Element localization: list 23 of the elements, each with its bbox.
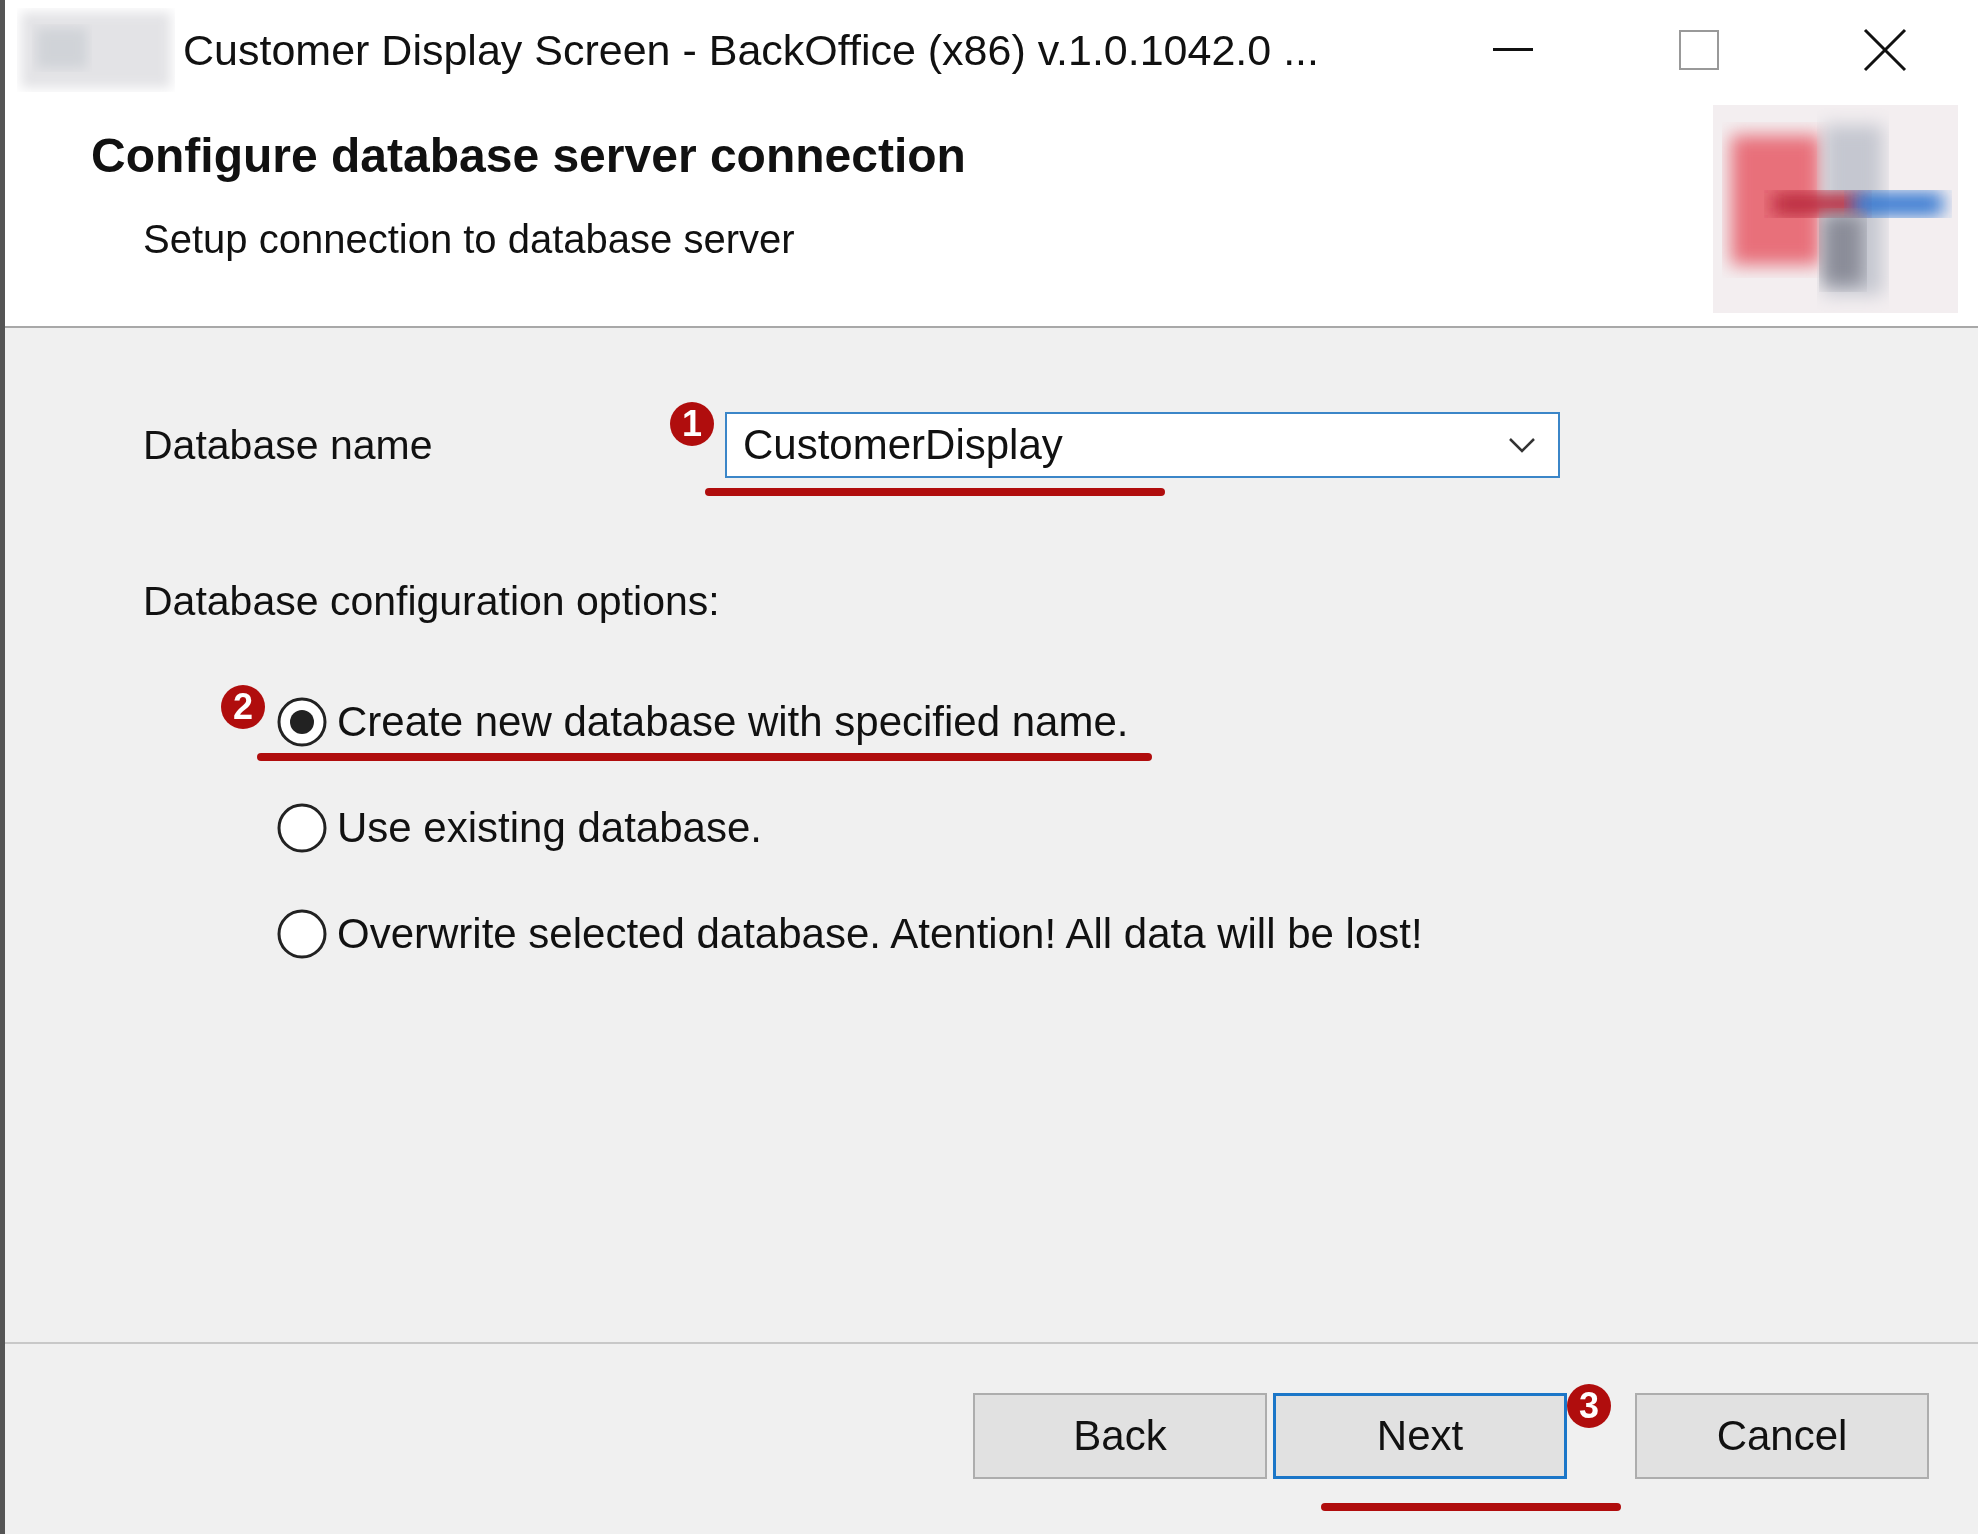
radio-button[interactable] <box>277 697 327 747</box>
section-label: Database configuration options: <box>143 578 721 625</box>
radio-label: Use existing database. <box>337 804 762 852</box>
wizard-button[interactable]: Back <box>973 1393 1267 1479</box>
database-name-dropdown[interactable]: CustomerDisplay <box>725 412 1560 478</box>
window-title: Customer Display Screen - BackOffice (x86) v.1.0.1042.0 ... <box>183 25 1320 75</box>
radio-button[interactable] <box>277 909 327 959</box>
chevron-down-icon <box>1508 437 1536 453</box>
callout-badge: 3 <box>1567 1384 1611 1428</box>
page-heading: Configure database server connection <box>91 128 967 183</box>
close-icon <box>1863 28 1907 72</box>
minimize-icon <box>1493 48 1533 52</box>
wizard-button[interactable]: Next <box>1273 1393 1567 1479</box>
page-subtitle: Setup connection to database server <box>143 217 796 262</box>
callout-badge: 1 <box>670 402 714 446</box>
radio-button[interactable] <box>277 803 327 853</box>
logo-icon <box>1713 105 1958 313</box>
maximize-icon <box>1679 30 1719 70</box>
wizard-button[interactable]: Cancel <box>1635 1393 1929 1479</box>
radio-label: Overwrite selected database. Atention! All data will be lost! <box>337 910 1423 958</box>
field-label: Database name <box>143 421 433 469</box>
radio-label: Create new database with specified name. <box>337 698 1129 746</box>
callout-badge: 2 <box>221 685 265 729</box>
